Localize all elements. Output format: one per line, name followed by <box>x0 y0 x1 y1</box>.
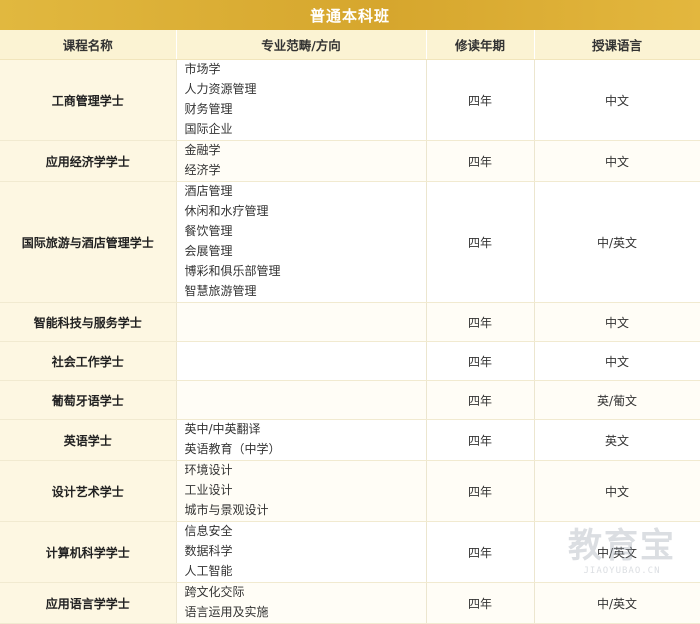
specialization-cell: 酒店管理休闲和水疗管理 餐饮管理会展管理博彩和俱乐部管理 智慧旅游管理 <box>176 181 427 303</box>
specialization-item: 人力资源管理 <box>184 82 257 96</box>
language-cell: 中/英文 <box>534 582 700 624</box>
specialization-cell: 跨文化交际语言运用及实施 <box>176 582 427 624</box>
specialization-cell: 信息安全数据科学人工智能 <box>176 521 427 583</box>
specialization-item: 财务管理 <box>184 102 233 116</box>
course-name-cell: 应用语言学学士 <box>0 582 177 624</box>
study-years-cell: 四年 <box>426 419 535 461</box>
specialization-item: 环境设计 <box>184 463 233 477</box>
specialization-cell <box>176 380 427 420</box>
study-years-cell: 四年 <box>426 302 535 342</box>
table-row: 葡萄牙语学士 四年 英/葡文 <box>0 380 700 420</box>
course-name-cell: 智能科技与服务学士 <box>0 302 177 342</box>
table-row: 社会工作学士 四年 中文 <box>0 341 700 381</box>
specialization-item: 酒店管理 <box>184 184 233 198</box>
course-name-cell: 应用经济学学士 <box>0 140 177 182</box>
language-cell: 中文 <box>534 302 700 342</box>
specialization-item: 国际企业 <box>184 122 233 136</box>
table-row: 设计艺术学士 环境设计 工业设计 城市与景观设计 四年 中文 <box>0 460 700 522</box>
specialization-cell: 市场学人力资源管理 财务管理国际企业 <box>176 59 427 141</box>
course-name-cell: 工商管理学士 <box>0 59 177 141</box>
language-cell: 中文 <box>534 341 700 381</box>
specialization-item: 餐饮管理 <box>184 224 233 238</box>
study-years-cell: 四年 <box>426 59 535 141</box>
study-years-cell: 四年 <box>426 582 535 624</box>
specialization-cell <box>176 341 427 381</box>
header-course-name: 课程名称 <box>0 30 177 60</box>
header-study-years: 修读年期 <box>426 30 535 60</box>
course-name-cell: 设计艺术学士 <box>0 460 177 522</box>
language-cell: 中文 <box>534 59 700 141</box>
study-years-cell: 四年 <box>426 460 535 522</box>
language-cell: 中文 <box>534 460 700 522</box>
specialization-item: 工业设计 <box>184 483 233 497</box>
specialization-item: 英语教育（中学） <box>184 442 281 456</box>
language-cell: 英/葡文 <box>534 380 700 420</box>
specialization-cell: 英中/中英翻译英语教育（中学） <box>176 419 427 461</box>
specialization-item: 经济学 <box>184 163 221 177</box>
header-language: 授课语言 <box>534 30 700 60</box>
course-name-cell: 英语学士 <box>0 419 177 461</box>
specialization-cell: 环境设计工业设计城市与景观设计 <box>176 460 427 522</box>
table-row: 应用语言学学士 跨文化交际 语言运用及实施 四年 中/英文 <box>0 582 700 624</box>
course-name-cell: 计算机科学学士 <box>0 521 177 583</box>
specialization-item: 数据科学 <box>184 544 233 558</box>
course-table: 课程名称 专业范畴/方向 修读年期 授课语言 工商管理学士 市场学人力资源管理 财务… <box>0 30 700 624</box>
specialization-item: 信息安全 <box>184 524 233 538</box>
page-title: 普通本科班 <box>0 0 700 30</box>
table-row: 英语学士 英中/中英翻译 英语教育（中学） 四年 英文 <box>0 419 700 461</box>
study-years-cell: 四年 <box>426 341 535 381</box>
study-years-cell: 四年 <box>426 521 535 583</box>
table-header-row: 课程名称 专业范畴/方向 修读年期 授课语言 <box>0 30 700 60</box>
course-name-cell: 国际旅游与酒店管理学士 <box>0 181 177 303</box>
table-body: 工商管理学士 市场学 人力资源管理 财务管理 国际企业 四年 中文 应用经济学学士 金融学 经济学… <box>0 59 700 624</box>
study-years-cell: 四年 <box>426 380 535 420</box>
table-row: 计算机科学学士 信息安全 数据科学 人工智能 四年 中/英文 <box>0 521 700 583</box>
specialization-item: 英中/中英翻译 <box>184 422 261 436</box>
specialization-item: 博彩和俱乐部管理 <box>184 264 281 278</box>
language-cell: 中/英文 <box>534 521 700 583</box>
language-cell: 中/英文 <box>534 181 700 303</box>
course-name-cell: 社会工作学士 <box>0 341 177 381</box>
specialization-item: 金融学 <box>184 143 221 157</box>
study-years-cell: 四年 <box>426 181 535 303</box>
header-specialization: 专业范畴/方向 <box>176 30 427 60</box>
language-cell: 英文 <box>534 419 700 461</box>
specialization-item: 跨文化交际 <box>184 585 245 599</box>
specialization-item: 会展管理 <box>184 244 233 258</box>
study-years-cell: 四年 <box>426 140 535 182</box>
specialization-item: 语言运用及实施 <box>184 605 269 619</box>
table-row: 国际旅游与酒店管理学士 酒店管理休闲和水疗管理 餐饮管理会展管理博彩和俱乐部管理 智慧… <box>0 181 700 303</box>
table-row: 应用经济学学士 金融学 经济学 四年 中文 <box>0 140 700 182</box>
specialization-item: 城市与景观设计 <box>184 503 269 517</box>
language-cell: 中文 <box>534 140 700 182</box>
table-row: 智能科技与服务学士 四年 中文 <box>0 302 700 342</box>
specialization-item: 市场学 <box>184 62 221 76</box>
specialization-item: 人工智能 <box>184 564 233 578</box>
specialization-item: 智慧旅游管理 <box>184 284 257 298</box>
specialization-cell <box>176 302 427 342</box>
course-name-cell: 葡萄牙语学士 <box>0 380 177 420</box>
table-row: 工商管理学士 市场学 人力资源管理 财务管理 国际企业 四年 中文 <box>0 59 700 141</box>
specialization-cell: 金融学 经济学 <box>176 140 427 182</box>
specialization-item: 休闲和水疗管理 <box>184 204 269 218</box>
